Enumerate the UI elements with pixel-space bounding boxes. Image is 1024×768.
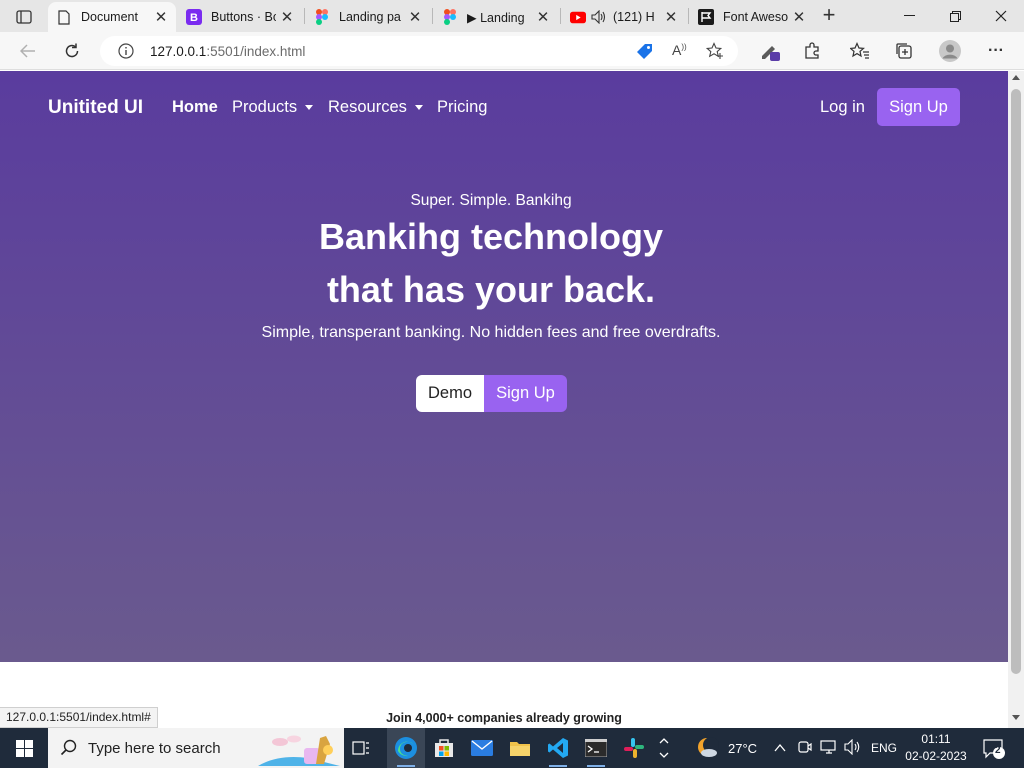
scroll-up-arrow-icon[interactable] [1012,75,1020,80]
vscode-icon[interactable] [539,728,577,768]
browser-tab-strip: Document ✕ B Buttons · Bo ✕ Landing pa ✕… [0,0,1024,32]
close-tab-icon[interactable]: ✕ [536,8,550,26]
microsoft-store-icon[interactable] [425,728,463,768]
hero-headline-line2: that has your back. [326,269,656,310]
nav-home[interactable]: Home [172,98,218,117]
caret-down-icon [414,105,423,111]
tab-title: (121) H [613,10,655,24]
file-explorer-icon[interactable] [501,728,539,768]
nav-resources[interactable]: Resources [328,98,423,117]
extension-pen-icon[interactable] [758,39,782,63]
fontawesome-icon [698,9,714,25]
new-tab-button[interactable]: + [818,4,840,27]
taskbar-overflow-icon[interactable] [654,728,674,768]
weather-icon[interactable] [696,736,720,765]
minimize-button[interactable] [886,0,932,32]
settings-more-icon[interactable]: ··· [984,39,1008,63]
close-tab-icon[interactable]: ✕ [792,8,806,26]
windows-start-icon[interactable] [0,728,48,768]
add-favorite-icon[interactable] [705,42,724,65]
nav-pricing[interactable]: Pricing [437,98,487,117]
figma-icon [442,9,458,25]
weather-temperature[interactable]: 27°C [728,741,757,756]
scroll-thumb[interactable] [1011,89,1021,674]
system-clock[interactable]: 01:11 02-02-2023 [900,731,972,765]
search-icon [60,739,78,762]
nav-products[interactable]: Products [232,98,314,117]
notifications-icon[interactable]: 2 [982,738,1006,765]
read-aloud-icon[interactable]: A)) [672,42,687,58]
tab-document[interactable]: Document ✕ [48,2,176,32]
tab-title: Document [81,10,138,24]
browser-toolbar: 127.0.0.1:5501/index.html A)) ··· [0,32,1024,70]
task-view-icon[interactable] [342,728,380,768]
hero-signup-button[interactable]: Sign Up [484,375,567,412]
brand-logo[interactable]: Unitited UI [48,97,143,119]
terminal-icon[interactable] [577,728,615,768]
bootstrap-icon: B [186,9,202,25]
close-tab-icon[interactable]: ✕ [154,8,168,26]
signup-button[interactable]: Sign Up [877,88,960,126]
search-placeholder: Type here to search [88,740,221,757]
nav-resources-label: Resources [328,98,407,116]
meet-now-icon[interactable] [798,739,812,760]
extensions-puzzle-icon[interactable] [800,39,824,63]
show-hidden-icons-chevron[interactable] [774,740,786,758]
site-info-icon[interactable] [118,43,134,64]
favorites-icon[interactable] [848,39,872,63]
url-text: 127.0.0.1:5501/index.html [150,44,305,59]
page-scrollbar[interactable] [1008,71,1024,728]
tab-font-awesome[interactable]: Font Aweso ✕ [690,2,814,32]
profile-avatar-icon[interactable] [938,39,962,63]
input-language[interactable]: ENG [871,741,897,755]
tab-landing-prototype[interactable]: ▶ Landing ✕ [434,2,558,32]
tab-youtube[interactable]: (121) H ✕ [562,2,686,32]
tab-title: ▶ Landing [467,10,525,25]
notification-count: 2 [995,745,1001,756]
address-bar[interactable]: 127.0.0.1:5501/index.html A)) [100,36,738,66]
restore-button[interactable] [932,0,978,32]
nav-products-label: Products [232,98,298,116]
close-tab-icon[interactable]: ✕ [664,8,678,26]
clock-date: 02-02-2023 [905,749,967,763]
tab-title: Buttons · Bo [211,10,276,24]
taskbar-search-box[interactable]: Type here to search [48,728,344,768]
clock-time: 01:11 [921,732,951,746]
hero-eyebrow: Super. Simple. Bankihg [410,192,572,209]
svg-text:B: B [190,12,198,24]
mail-icon[interactable] [463,728,501,768]
demo-button[interactable]: Demo [416,375,484,412]
edge-browser-taskbar-icon[interactable] [387,728,425,768]
windows-taskbar: Type here to search 27°C ENG 01:11 02-02… [0,728,1024,768]
tab-landing-page[interactable]: Landing pa ✕ [306,2,430,32]
close-tab-icon[interactable]: ✕ [280,8,294,26]
shopping-tag-icon[interactable] [636,43,654,66]
network-icon[interactable] [820,740,838,759]
hero-section: Unitited UI Home Products Resources Pric… [0,71,1008,662]
youtube-icon [570,9,586,25]
tab-title: Font Aweso [723,10,788,24]
status-bar-url: 127.0.0.1:5501/index.html# [0,707,158,728]
search-highlight-illustration-icon [258,730,340,768]
close-tab-icon[interactable]: ✕ [408,8,422,26]
url-path: :5501/index.html [206,44,306,59]
figma-icon [314,9,330,25]
url-host: 127.0.0.1 [150,44,207,59]
volume-icon[interactable] [844,738,862,760]
slack-icon[interactable] [615,728,653,768]
tab-buttons[interactable]: B Buttons · Bo ✕ [178,2,302,32]
close-window-button[interactable] [978,0,1024,32]
speaker-icon[interactable] [591,9,607,25]
back-arrow-icon[interactable] [16,39,40,63]
collections-icon[interactable] [892,39,916,63]
scroll-down-arrow-icon[interactable] [1012,715,1020,720]
login-link[interactable]: Log in [820,98,865,117]
document-icon [56,9,72,25]
refresh-icon[interactable] [60,39,84,63]
tab-title: Landing pa [339,10,401,24]
caret-down-icon [305,105,314,111]
tab-actions-icon[interactable] [10,7,38,27]
hero-headline-line1: Bankihg technology [318,216,664,257]
hero-subtitle: Simple, transperant banking. No hidden f… [261,324,721,341]
